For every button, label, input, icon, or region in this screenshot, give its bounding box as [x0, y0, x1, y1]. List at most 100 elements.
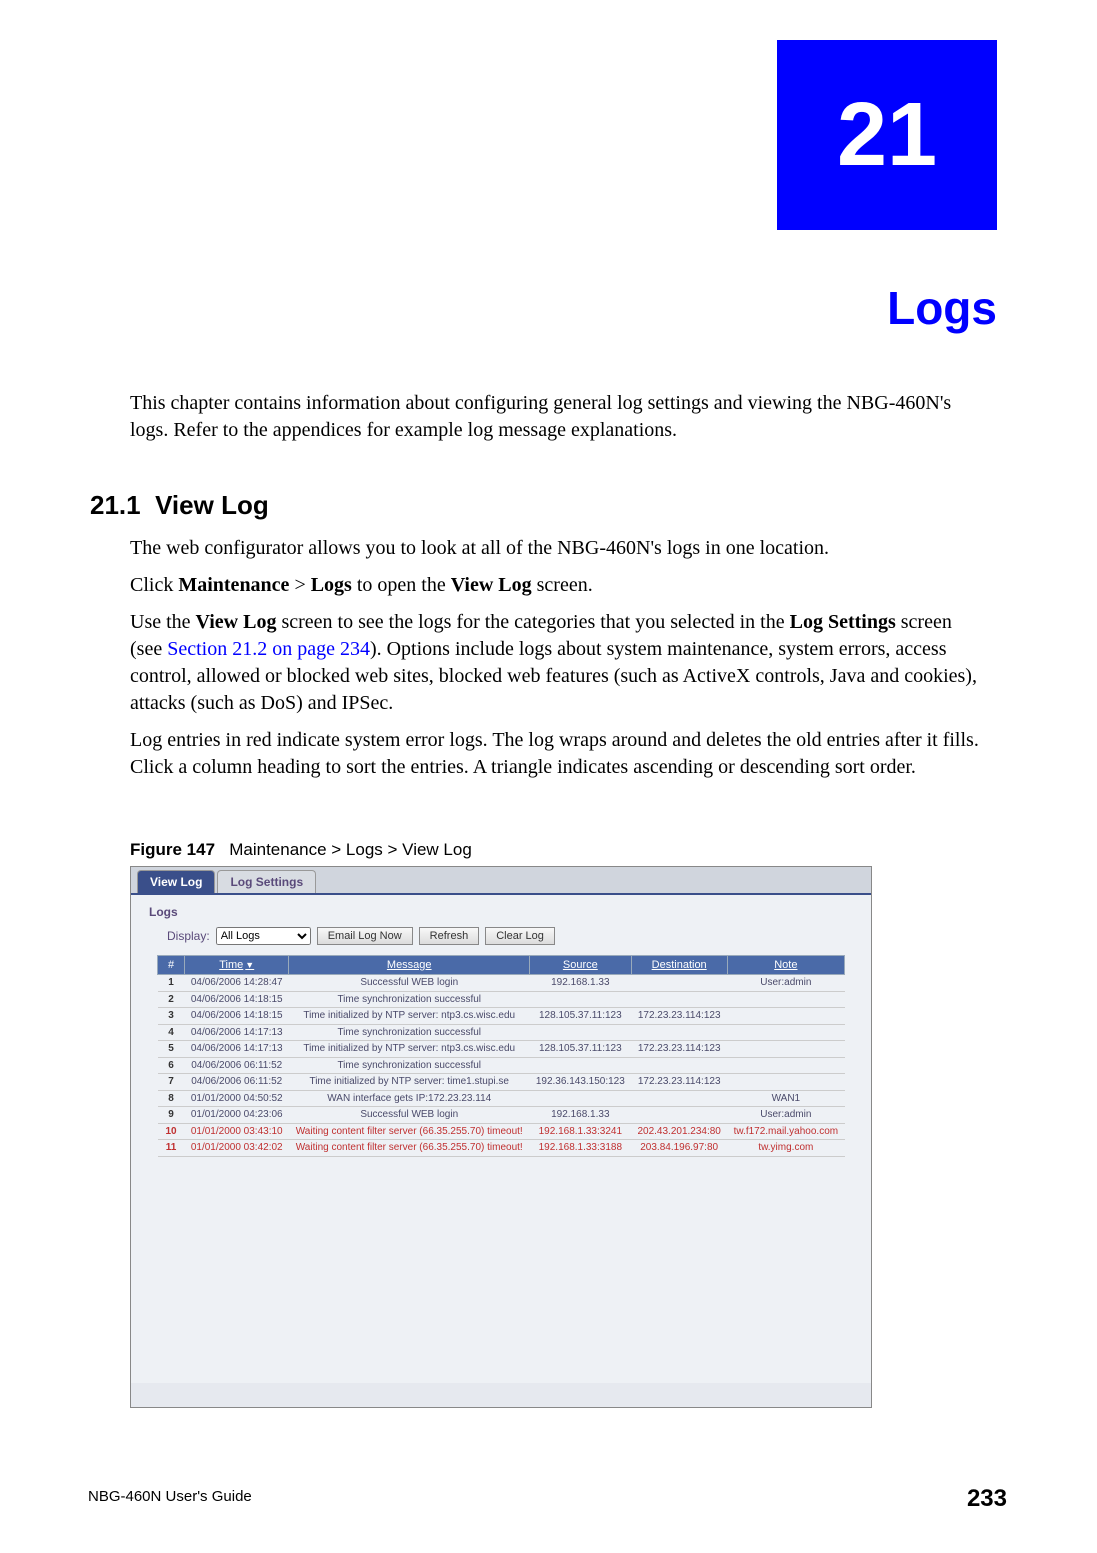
- cell-time: 04/06/2006 06:11:52: [185, 1074, 289, 1091]
- cell-message: Waiting content filter server (66.35.255…: [289, 1123, 530, 1140]
- cell-index: 11: [158, 1140, 185, 1157]
- cell-message: WAN interface gets IP:172.23.23.114: [289, 1090, 530, 1107]
- cell-note: [727, 1008, 844, 1025]
- cell-destination: 203.84.196.97:80: [631, 1140, 727, 1157]
- table-row: 604/06/2006 06:11:52Time synchronization…: [158, 1057, 845, 1074]
- chapter-number: 21: [837, 84, 937, 187]
- chapter-intro: This chapter contains information about …: [130, 390, 980, 444]
- cell-source: 192.168.1.33:3241: [530, 1123, 632, 1140]
- table-row: 204/06/2006 14:18:15Time synchronization…: [158, 991, 845, 1008]
- table-row: 801/01/2000 04:50:52WAN interface gets I…: [158, 1090, 845, 1107]
- cell-source: 192.36.143.150:123: [530, 1074, 632, 1091]
- log-table: # Time▼ Message Source Destination Note …: [157, 955, 845, 1157]
- table-row: 1101/01/2000 03:42:02Waiting content fil…: [158, 1140, 845, 1157]
- col-note[interactable]: Note: [727, 956, 844, 975]
- email-log-button[interactable]: Email Log Now: [317, 927, 413, 945]
- controls-row: Display: All Logs Email Log Now Refresh …: [167, 927, 861, 945]
- cell-destination: 172.23.23.114:123: [631, 1074, 727, 1091]
- cell-source: 192.168.1.33:3188: [530, 1140, 632, 1157]
- cell-time: 01/01/2000 04:23:06: [185, 1107, 289, 1124]
- display-label: Display:: [167, 929, 210, 943]
- cell-destination: [631, 1090, 727, 1107]
- cell-note: [727, 1057, 844, 1074]
- panel-title: Logs: [149, 905, 861, 919]
- table-row: 1001/01/2000 03:43:10Waiting content fil…: [158, 1123, 845, 1140]
- cross-ref-link[interactable]: Section 21.2 on page 234: [167, 638, 370, 660]
- cell-time: 01/01/2000 03:42:02: [185, 1140, 289, 1157]
- cell-message: Waiting content filter server (66.35.255…: [289, 1140, 530, 1157]
- cell-destination: [631, 975, 727, 992]
- section-p2: Click Maintenance > Logs to open the Vie…: [130, 572, 985, 599]
- cell-time: 04/06/2006 14:18:15: [185, 991, 289, 1008]
- table-row: 901/01/2000 04:23:06Successful WEB login…: [158, 1107, 845, 1124]
- cell-destination: 202.43.201.234:80: [631, 1123, 727, 1140]
- cell-time: 04/06/2006 14:17:13: [185, 1024, 289, 1041]
- cell-index: 1: [158, 975, 185, 992]
- cell-index: 2: [158, 991, 185, 1008]
- table-row: 704/06/2006 06:11:52Time initialized by …: [158, 1074, 845, 1091]
- cell-note: [727, 1024, 844, 1041]
- section-number: 21.1: [90, 490, 141, 520]
- cell-destination: [631, 1107, 727, 1124]
- section-p3: Use the View Log screen to see the logs …: [130, 609, 985, 717]
- cell-source: [530, 1090, 632, 1107]
- screenshot-view-log: View Log Log Settings Logs Display: All …: [130, 866, 872, 1408]
- cell-destination: 172.23.23.114:123: [631, 1008, 727, 1025]
- figure-caption: Figure 147 Maintenance > Logs > View Log: [130, 840, 985, 860]
- cell-index: 5: [158, 1041, 185, 1058]
- col-message[interactable]: Message: [289, 956, 530, 975]
- section-heading: 21.1 View Log: [90, 490, 980, 521]
- tab-view-log[interactable]: View Log: [137, 870, 215, 893]
- cell-source: [530, 1057, 632, 1074]
- figure-label: Figure 147: [130, 840, 215, 859]
- section-p1: The web configurator allows you to look …: [130, 535, 985, 562]
- cell-time: 04/06/2006 06:11:52: [185, 1057, 289, 1074]
- cell-source: [530, 991, 632, 1008]
- refresh-button[interactable]: Refresh: [419, 927, 480, 945]
- cell-message: Time synchronization successful: [289, 1024, 530, 1041]
- cell-message: Time synchronization successful: [289, 1057, 530, 1074]
- section-body: The web configurator allows you to look …: [130, 535, 985, 791]
- col-destination[interactable]: Destination: [631, 956, 727, 975]
- section-title: View Log: [155, 490, 269, 520]
- cell-time: 01/01/2000 04:50:52: [185, 1090, 289, 1107]
- cell-note: tw.f172.mail.yahoo.com: [727, 1123, 844, 1140]
- cell-message: Time initialized by NTP server: ntp3.cs.…: [289, 1041, 530, 1058]
- display-select[interactable]: All Logs: [216, 927, 311, 945]
- col-source[interactable]: Source: [530, 956, 632, 975]
- table-row: 404/06/2006 14:17:13Time synchronization…: [158, 1024, 845, 1041]
- cell-index: 3: [158, 1008, 185, 1025]
- clear-log-button[interactable]: Clear Log: [485, 927, 555, 945]
- cell-destination: [631, 991, 727, 1008]
- footer-guide: NBG-460N User's Guide: [88, 1488, 252, 1505]
- cell-source: 192.168.1.33: [530, 975, 632, 992]
- col-time[interactable]: Time▼: [185, 956, 289, 975]
- table-row: 504/06/2006 14:17:13Time initialized by …: [158, 1041, 845, 1058]
- sort-desc-icon: ▼: [245, 960, 254, 970]
- cell-source: 128.105.37.11:123: [530, 1041, 632, 1058]
- cell-message: Time initialized by NTP server: ntp3.cs.…: [289, 1008, 530, 1025]
- cell-note: WAN1: [727, 1090, 844, 1107]
- cell-destination: 172.23.23.114:123: [631, 1041, 727, 1058]
- cell-index: 9: [158, 1107, 185, 1124]
- cell-note: [727, 991, 844, 1008]
- cell-time: 04/06/2006 14:18:15: [185, 1008, 289, 1025]
- cell-index: 6: [158, 1057, 185, 1074]
- cell-time: 01/01/2000 03:43:10: [185, 1123, 289, 1140]
- chapter-number-box: 21: [777, 40, 997, 230]
- cell-message: Time initialized by NTP server: time1.st…: [289, 1074, 530, 1091]
- cell-destination: [631, 1024, 727, 1041]
- cell-index: 7: [158, 1074, 185, 1091]
- col-index[interactable]: #: [158, 956, 185, 975]
- cell-source: 128.105.37.11:123: [530, 1008, 632, 1025]
- tab-bar: View Log Log Settings: [131, 867, 871, 893]
- footer-page-number: 233: [967, 1485, 1007, 1513]
- figure-text: Maintenance > Logs > View Log: [229, 840, 472, 859]
- cell-time: 04/06/2006 14:17:13: [185, 1041, 289, 1058]
- tab-log-settings[interactable]: Log Settings: [217, 870, 316, 893]
- cell-message: Successful WEB login: [289, 975, 530, 992]
- cell-index: 4: [158, 1024, 185, 1041]
- cell-note: User:admin: [727, 975, 844, 992]
- cell-message: Time synchronization successful: [289, 991, 530, 1008]
- cell-index: 10: [158, 1123, 185, 1140]
